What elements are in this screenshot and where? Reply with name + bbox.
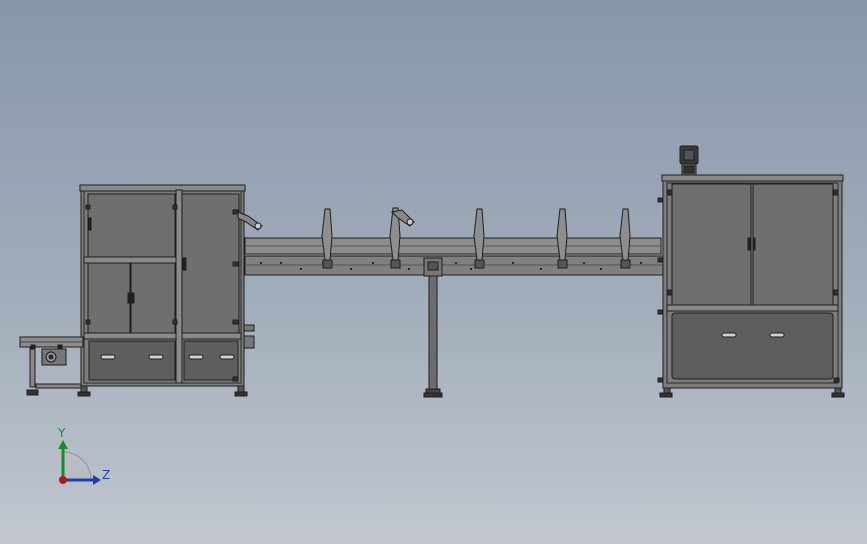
y-axis-arrow: [58, 440, 68, 449]
left-lower-drawer-b: [183, 340, 239, 381]
y-axis-label: Y: [57, 426, 66, 440]
right-machine: [657, 145, 845, 398]
z-axis-arrow: [93, 475, 101, 485]
left-door-handle: [127, 292, 131, 304]
right-upper-door-b: [752, 183, 834, 306]
conveyor-support-leg: [428, 275, 438, 390]
axis-triad: Y Z: [57, 426, 110, 485]
left-middle-door-b: [130, 262, 176, 334]
right-lower-panel: [671, 312, 834, 380]
axis-triad-arc: [62, 451, 92, 481]
cad-drawing-canvas: Y Z: [19, 145, 845, 485]
left-upper-panel: [87, 193, 176, 258]
x-axis-origin: [59, 476, 67, 484]
left-machine: [77, 184, 255, 397]
right-door-handle: [747, 237, 751, 251]
left-lower-drawer-a: [88, 340, 176, 381]
left-tall-door: [181, 193, 240, 334]
left-middle-door-a: [87, 262, 131, 334]
right-upper-door-a: [671, 183, 752, 306]
infeed-conveyor: [19, 336, 84, 396]
z-axis-label: Z: [102, 468, 110, 482]
main-conveyor: [237, 207, 664, 398]
